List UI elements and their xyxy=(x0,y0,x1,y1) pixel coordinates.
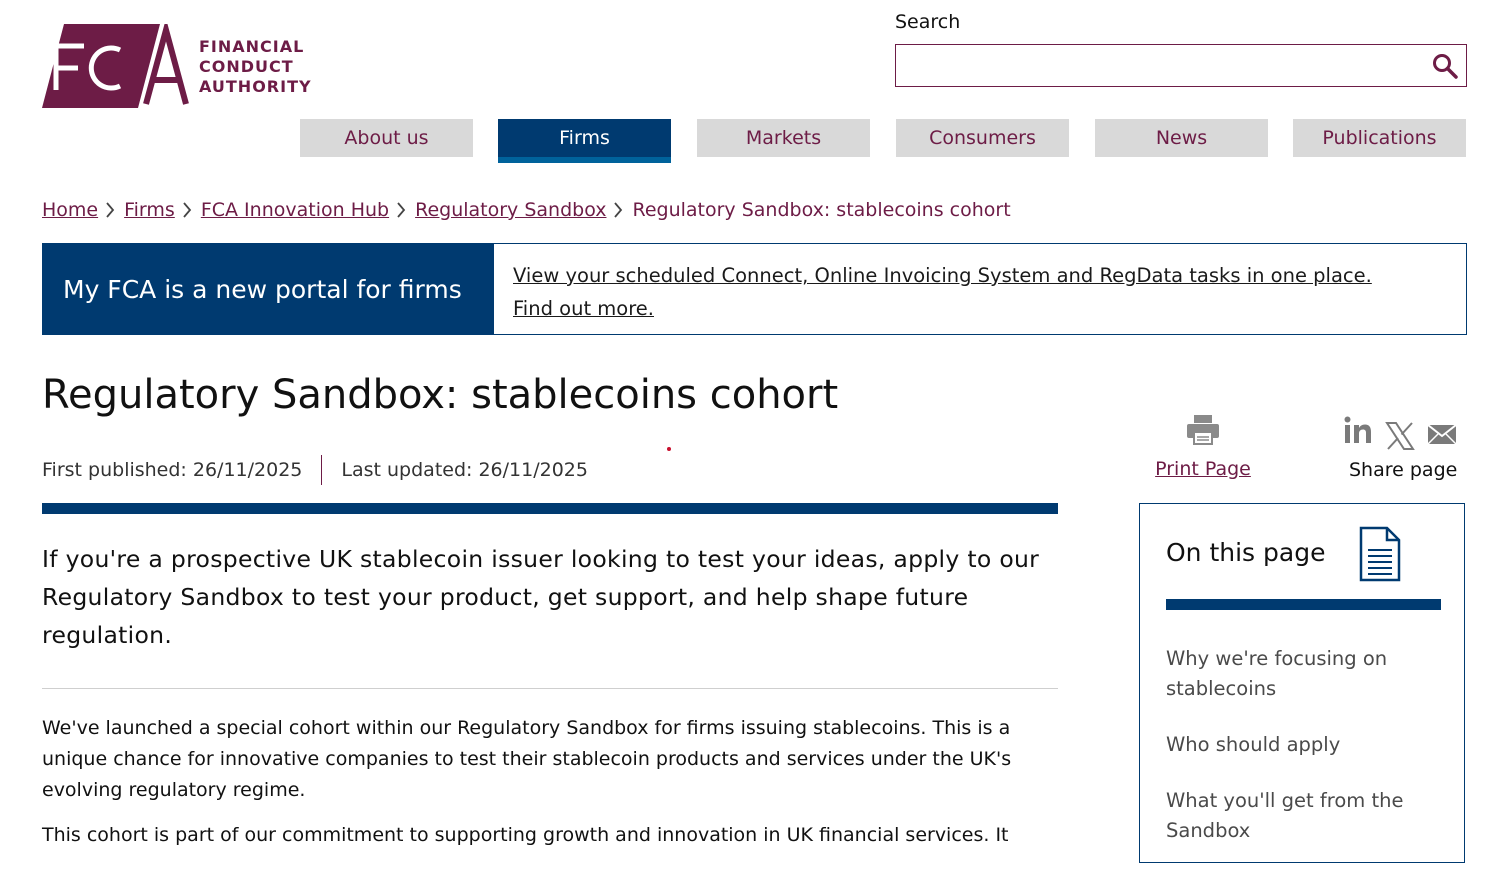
page-title: Regulatory Sandbox: stablecoins cohort xyxy=(42,372,839,418)
email-icon[interactable] xyxy=(1427,422,1457,446)
logo-line-3: AUTHORITY xyxy=(199,77,312,96)
breadcrumb-home[interactable]: Home xyxy=(42,199,98,221)
main-nav: About us Firms Markets Consumers News Pu… xyxy=(300,119,1467,163)
nav-markets[interactable]: Markets xyxy=(697,119,870,157)
toc-link-who-should-apply[interactable]: Who should apply xyxy=(1166,730,1436,760)
chevron-right-icon xyxy=(106,202,115,218)
print-page-label: Print Page xyxy=(1155,458,1251,480)
last-updated: Last updated: 26/11/2025 xyxy=(341,459,588,481)
share-page: Share page xyxy=(1343,414,1459,481)
my-fca-banner: My FCA is a new portal for firms View yo… xyxy=(42,243,1467,335)
on-this-page-heading: On this page xyxy=(1166,538,1326,567)
breadcrumb-regulatory-sandbox[interactable]: Regulatory Sandbox xyxy=(415,199,606,221)
chevron-right-icon xyxy=(614,202,623,218)
breadcrumb-innovation-hub[interactable]: FCA Innovation Hub xyxy=(201,199,389,221)
x-icon[interactable] xyxy=(1385,421,1415,451)
content-divider xyxy=(42,688,1058,689)
nav-firms[interactable]: Firms xyxy=(498,119,671,163)
printer-icon xyxy=(1187,415,1219,445)
toc-link-why-stablecoins[interactable]: Why we're focusing on stablecoins xyxy=(1166,644,1436,704)
document-icon xyxy=(1359,526,1401,582)
search-input[interactable] xyxy=(896,45,1436,84)
print-page-button[interactable]: Print Page xyxy=(1154,414,1252,480)
nav-news[interactable]: News xyxy=(1095,119,1268,157)
meta-divider xyxy=(321,455,323,485)
on-this-page-rule xyxy=(1166,599,1441,610)
breadcrumb-current: Regulatory Sandbox: stablecoins cohort xyxy=(632,199,1011,221)
banner-link-find-out-more[interactable]: Find out more. xyxy=(513,292,1372,325)
body-paragraph-2: This cohort is part of our commitment to… xyxy=(42,824,1009,846)
banner-body: View your scheduled Connect, Online Invo… xyxy=(494,244,1372,334)
logo-line-1: FINANCIAL xyxy=(199,37,305,56)
banner-heading: My FCA is a new portal for firms xyxy=(43,244,494,334)
logo-line-2: CONDUCT xyxy=(199,57,294,76)
first-published: First published: 26/11/2025 xyxy=(42,459,303,481)
share-page-label: Share page xyxy=(1349,459,1458,481)
fca-logo[interactable]: FINANCIAL CONDUCT AUTHORITY xyxy=(42,24,312,108)
nav-publications[interactable]: Publications xyxy=(1293,119,1466,157)
share-icons xyxy=(1343,414,1459,450)
search-label: Search xyxy=(895,11,961,33)
body-paragraph-1: We've launched a special cohort within o… xyxy=(42,717,1012,801)
breadcrumb-firms[interactable]: Firms xyxy=(124,199,175,221)
nav-consumers[interactable]: Consumers xyxy=(896,119,1069,157)
chevron-right-icon xyxy=(397,202,406,218)
nav-about-us[interactable]: About us xyxy=(300,119,473,157)
chevron-right-icon xyxy=(183,202,192,218)
toc-link-what-youll-get[interactable]: What you'll get from the Sandbox xyxy=(1166,786,1436,846)
fca-logo-icon xyxy=(42,24,189,108)
publish-meta: First published: 26/11/2025 Last updated… xyxy=(42,455,588,485)
on-this-page: On this page Why we're focusing on stabl… xyxy=(1139,503,1465,863)
search-icon[interactable] xyxy=(1432,53,1458,79)
logo-wordmark-text: FINANCIAL CONDUCT AUTHORITY xyxy=(199,37,312,97)
banner-link-tasks[interactable]: View your scheduled Connect, Online Invo… xyxy=(513,259,1372,292)
search-box xyxy=(895,44,1467,87)
linkedin-icon[interactable] xyxy=(1343,415,1373,445)
on-this-page-links: Why we're focusing on stablecoins Who sh… xyxy=(1166,644,1436,872)
lead-paragraph: If you're a prospective UK stablecoin is… xyxy=(42,545,1040,649)
breadcrumb: Home Firms FCA Innovation Hub Regulatory… xyxy=(42,199,1011,221)
content-top-rule xyxy=(42,503,1058,514)
decorative-dot xyxy=(667,447,671,451)
